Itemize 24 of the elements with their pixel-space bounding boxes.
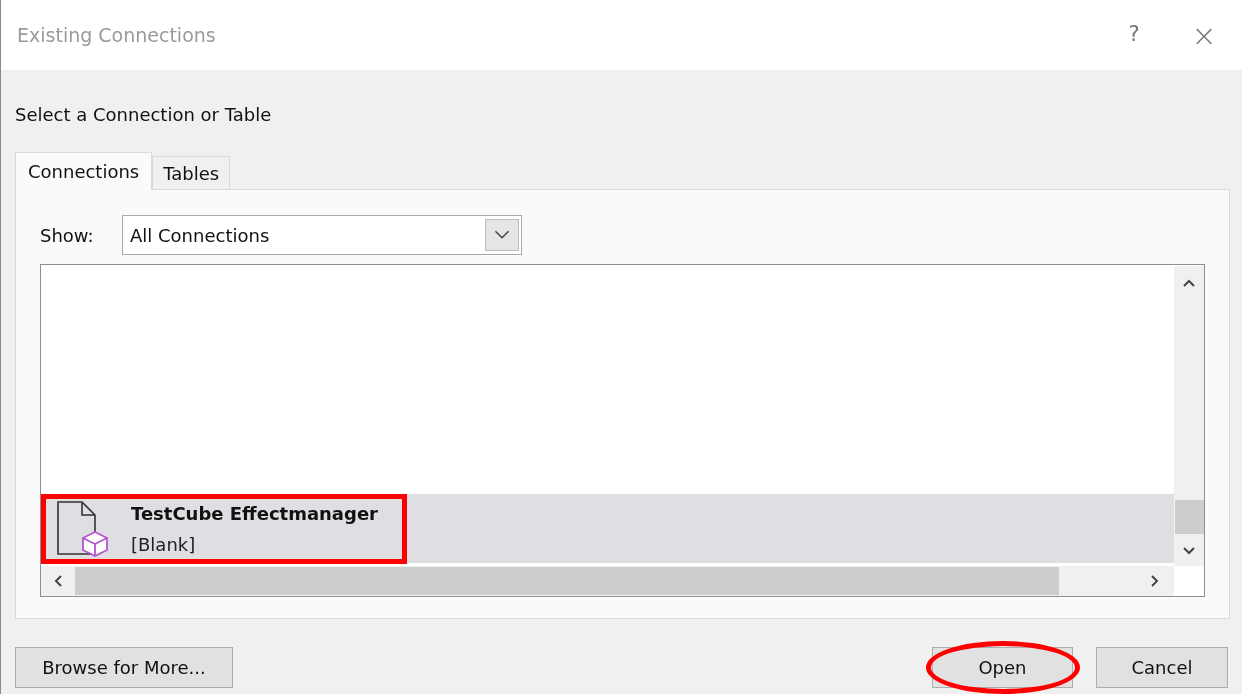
scroll-left-icon[interactable] — [53, 574, 63, 588]
close-button[interactable]: × — [1184, 12, 1224, 58]
connection-name: TestCube Effectmanager — [131, 501, 378, 526]
cancel-button[interactable]: Cancel — [1096, 647, 1228, 688]
horizontal-scrollbar[interactable] — [41, 566, 1174, 596]
scroll-up-icon[interactable] — [1182, 278, 1196, 288]
section-heading: Select a Connection or Table — [15, 103, 273, 127]
tab[interactable]: Connections — [15, 152, 153, 190]
cube-file-icon — [55, 499, 111, 558]
connection-detail: [Blank] — [131, 532, 197, 557]
browse-button[interactable]: Browse for More... — [15, 647, 233, 688]
connection-item[interactable]: TestCube Effectmanager [Blank] — [41, 494, 1174, 563]
tab[interactable]: Tables — [152, 156, 231, 189]
open-button[interactable]: Open — [932, 647, 1073, 688]
show-label: Show: — [40, 223, 95, 248]
vertical-scrollbar[interactable] — [1174, 266, 1204, 566]
scroll-down-icon[interactable] — [1182, 546, 1196, 556]
show-dropdown[interactable]: All Connections — [122, 215, 522, 255]
help-button[interactable]: ? — [1114, 19, 1154, 51]
chevron-down-icon — [485, 219, 519, 251]
scrollbar-thumb[interactable] — [75, 567, 1059, 595]
scroll-right-icon[interactable] — [1150, 574, 1160, 588]
scrollbar-thumb[interactable] — [1174, 500, 1204, 534]
window-title: Existing Connections — [17, 22, 217, 48]
